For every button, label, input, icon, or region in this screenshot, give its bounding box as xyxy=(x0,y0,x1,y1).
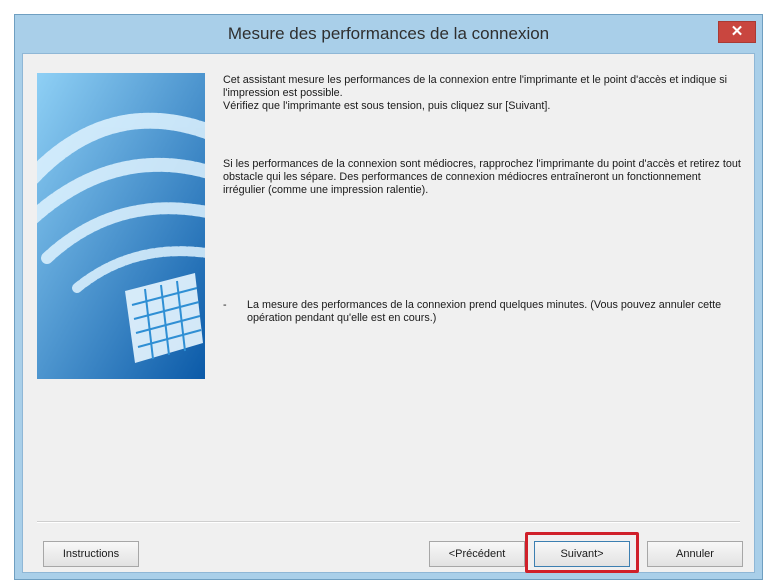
instructions-text: Cet assistant mesure les performances de… xyxy=(223,74,744,324)
close-icon: ✕ xyxy=(730,23,744,40)
footer-separator xyxy=(37,521,740,523)
title-bar[interactable]: Mesure des performances de la connexion … xyxy=(15,15,762,53)
bullet-text: La mesure des performances de la connexi… xyxy=(247,299,722,324)
wifi-signal-printer-icon xyxy=(37,73,205,379)
window-title: Mesure des performances de la connexion xyxy=(227,24,550,43)
wifi-illustration xyxy=(37,73,205,379)
previous-button[interactable]: <Précédent xyxy=(429,541,525,567)
instructions-button[interactable]: Instructions xyxy=(43,541,139,567)
cancel-button[interactable]: Annuler xyxy=(647,541,743,567)
dialog-window: Mesure des performances de la connexion … xyxy=(14,14,763,580)
advice-paragraph: Si les performances de la connexion sont… xyxy=(223,158,744,196)
close-button[interactable]: ✕ xyxy=(718,21,756,43)
intro-paragraph: Cet assistant mesure les performances de… xyxy=(223,74,728,112)
next-button[interactable]: Suivant> xyxy=(534,541,630,567)
bullet-dash: - xyxy=(223,299,227,311)
dialog-content-area: Cet assistant mesure les performances de… xyxy=(22,53,755,573)
